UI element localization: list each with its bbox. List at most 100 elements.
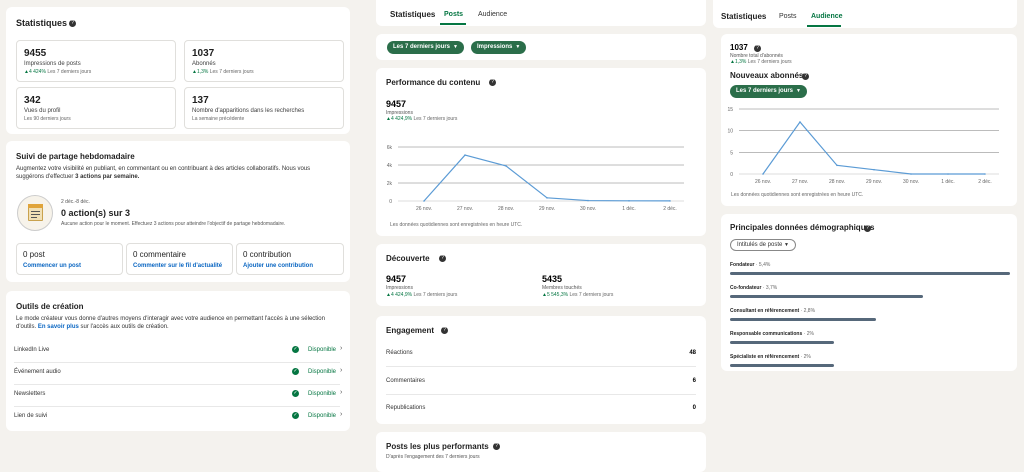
tool-status: Disponible	[308, 347, 337, 353]
outils-title: Outils de création	[16, 302, 84, 311]
stat-growth: ▲4 424%	[24, 69, 46, 75]
help-icon[interactable]: ?	[441, 327, 448, 334]
x-tick-label: 27 nov.	[792, 179, 808, 185]
demographic-label: Spécialiste en référencement · 2%	[730, 354, 1010, 360]
stat-value: 137	[192, 95, 209, 106]
stat-abonnes[interactable]: 1037 Abonnés ▲1,3% Les 7 derniers jours	[184, 40, 344, 82]
demographic-bar	[730, 341, 834, 344]
data-point	[546, 197, 548, 199]
tool-name: Lien de suivi	[14, 413, 48, 419]
help-icon[interactable]: ?	[69, 20, 76, 27]
help-icon[interactable]: ?	[754, 45, 761, 52]
x-tick-label: 30 nov.	[903, 179, 919, 185]
demographics-title: Principales données démographiques	[730, 223, 875, 232]
x-tick-label: 28 nov.	[829, 179, 845, 185]
demographic-item: Spécialiste en référencement · 2%	[730, 354, 1010, 367]
chevron-right-icon[interactable]: ›	[340, 389, 342, 396]
tab-audience[interactable]: Audience	[811, 13, 843, 20]
outils-desc-3: sur l'accès aux outils de création.	[78, 324, 169, 330]
help-icon[interactable]: ?	[802, 73, 809, 80]
followers-note: Les données quotidiennes sont enregistré…	[731, 192, 864, 198]
decouverte-card: Découverte ? 9457 Impressions ▲4 424,9% …	[376, 244, 706, 306]
metric-filter[interactable]: Impressions ▼	[471, 41, 527, 54]
demographic-pct: · 3,7%	[761, 285, 778, 291]
help-icon[interactable]: ?	[493, 443, 500, 450]
demographic-item: Responsable communications · 2%	[730, 331, 1010, 344]
chevron-right-icon[interactable]: ›	[340, 411, 342, 418]
abonnes-card: 1037 ? Nombre total d'abonnés ▲1,3% Les …	[721, 34, 1017, 206]
tab-posts[interactable]: Posts	[779, 13, 797, 20]
commenter-link[interactable]: Commenter sur le fil d'actualité	[133, 263, 226, 269]
ajouter-contribution-link[interactable]: Ajouter une contribution	[243, 263, 337, 269]
outils-desc-1: Le mode créateur vous donne d'autres moy…	[16, 316, 325, 322]
audience-periode-filter[interactable]: Les 7 derniers jours ▼	[730, 85, 807, 98]
decouverte-a-growth: ▲4 424,9%	[386, 292, 413, 298]
engagement-row[interactable]: Commentaires 6	[376, 372, 706, 400]
series-line	[423, 154, 671, 202]
decouverte-title: Découverte	[386, 254, 430, 263]
decouverte-b-value: 5435	[542, 274, 563, 284]
engagement-row[interactable]: Republications 0	[376, 400, 706, 424]
help-icon[interactable]: ?	[864, 225, 871, 232]
periode-filter[interactable]: Les 7 derniers jours ▼	[387, 41, 464, 54]
demographic-item: Fondateur · 5,4%	[730, 262, 1010, 275]
tab-posts[interactable]: Posts	[444, 11, 463, 18]
suivi-commentaire-label: 0 commentaire	[133, 250, 186, 259]
suivi-info: Aucune action pour le moment. Effectuez …	[61, 221, 286, 227]
demographic-pct: · 2%	[802, 331, 814, 337]
perf-note: Les données quotidiennes sont enregistré…	[390, 222, 523, 228]
stat-vues-profil[interactable]: 342 Vues du profil Les 90 derniers jours	[16, 87, 176, 129]
en-savoir-plus-link[interactable]: En savoir plus	[38, 324, 79, 330]
tool-name: Newsletters	[14, 391, 46, 397]
demographic-bar	[730, 295, 924, 298]
stat-apparitions[interactable]: 137 Nombre d'apparitions dans les recher…	[184, 87, 344, 129]
engagement-row[interactable]: Réactions 48	[376, 344, 706, 372]
outils-card: Outils de création Le mode créateur vous…	[6, 291, 350, 431]
stat-impressions[interactable]: 9455 Impressions de posts ▲4 424% Les 7 …	[16, 40, 176, 82]
chevron-right-icon[interactable]: ›	[340, 345, 342, 352]
suivi-actions: 0 action(s) sur 3	[61, 208, 131, 218]
tab-audience-indicator	[807, 25, 841, 27]
demographic-bar	[730, 318, 876, 321]
tab-statistiques[interactable]: Statistiques	[721, 12, 766, 21]
tool-row[interactable]: Événement audio ✓ Disponible ›	[6, 363, 346, 385]
demographic-pct: · 2,8%	[799, 308, 816, 314]
tool-status: Disponible	[308, 369, 337, 375]
x-tick-label: 26 nov.	[416, 206, 432, 212]
data-point	[669, 200, 671, 202]
suivi-desc-2: suggérons d'effectuer	[16, 174, 76, 180]
engagement-value: 48	[689, 350, 696, 356]
followers-sub: Les 7 derniers jours	[747, 59, 792, 65]
perf-sub: Les 7 derniers jours	[413, 116, 458, 122]
divider	[386, 366, 696, 367]
tool-row[interactable]: Lien de suivi ✓ Disponible ›	[6, 407, 346, 429]
chevron-right-icon[interactable]: ›	[340, 367, 342, 374]
tool-row[interactable]: LinkedIn Live ✓ Disponible ›	[6, 341, 346, 363]
demographic-item: Consultant en référencement · 2,8%	[730, 308, 1010, 321]
intitules-filter[interactable]: Intitulés de poste ▼	[730, 239, 796, 251]
tab-audience[interactable]: Audience	[478, 11, 507, 18]
right-tabbar: Statistiques Posts Audience	[713, 0, 1017, 28]
demographic-name: Co-fondateur	[730, 285, 762, 291]
followers-growth: ▲1,3%	[730, 59, 747, 65]
check-icon: ✓	[292, 390, 299, 397]
decouverte-a-sub-line: ▲4 424,9% Les 7 derniers jours	[386, 292, 457, 298]
demographic-name: Fondateur	[730, 262, 755, 268]
engagement-card: Engagement ? Réactions 48 Commentaires 6…	[376, 316, 706, 424]
performance-title: Performance du contenu	[386, 78, 481, 87]
mid-tabbar: Statistiques Posts Audience	[376, 0, 706, 26]
tab-statistiques[interactable]: Statistiques	[390, 10, 435, 19]
y-tick-label: 4k	[387, 163, 393, 169]
help-icon[interactable]: ?	[439, 255, 446, 262]
perf-value: 9457	[386, 99, 407, 109]
y-tick-label: 15	[727, 107, 733, 113]
stat-sub: Les 7 derniers jours	[209, 69, 254, 75]
x-tick-label: 1 déc.	[622, 206, 636, 212]
stat-label: Nombre d'apparitions dans les recherches	[192, 108, 305, 114]
statistiques-title: Statistiques	[16, 18, 68, 28]
data-point	[587, 199, 589, 202]
commencer-post-link[interactable]: Commencer un post	[23, 263, 116, 269]
help-icon[interactable]: ?	[489, 79, 496, 86]
tool-row[interactable]: Newsletters ✓ Disponible ›	[6, 385, 346, 407]
data-point	[836, 164, 838, 167]
